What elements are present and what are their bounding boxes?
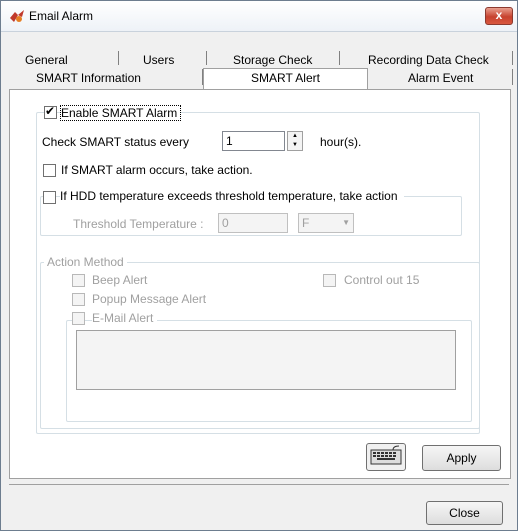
spin-down-icon[interactable]: ▼: [288, 141, 302, 150]
tab-alarm-event[interactable]: Alarm Event: [408, 71, 473, 85]
popup-alert-checkbox[interactable]: [72, 293, 85, 306]
enable-smart-checkbox[interactable]: ✔: [44, 104, 57, 119]
tab-separator: [206, 51, 207, 65]
close-window-button[interactable]: x: [485, 7, 513, 25]
apply-button[interactable]: Apply: [422, 445, 501, 471]
enable-smart-label: Enable SMART Alarm: [60, 105, 182, 121]
beep-alert-checkbox[interactable]: [72, 274, 85, 287]
tab-separator: [512, 51, 513, 65]
close-button[interactable]: Close: [426, 501, 503, 525]
tab-storage-check[interactable]: Storage Check: [233, 53, 312, 67]
smart-action-label: If SMART alarm occurs, take action.: [61, 163, 253, 177]
title-bar: Email Alarm x: [1, 1, 517, 32]
app-logo-icon: [10, 10, 24, 22]
keyboard-icon: [370, 445, 402, 465]
tab-smart-alert[interactable]: SMART Alert: [203, 68, 368, 91]
tab-separator: [339, 51, 340, 65]
check-status-label: Check SMART status every: [42, 135, 189, 149]
window-title: Email Alarm: [29, 9, 94, 23]
tab-smart-information[interactable]: SMART Information: [36, 71, 141, 85]
smart-alert-panel: ✔ Enable SMART Alarm Check SMART status …: [9, 89, 511, 479]
tab-separator: [512, 69, 513, 85]
temperature-unit-select[interactable]: F ▼: [298, 213, 354, 233]
email-alarm-window: Email Alarm x General Users Storage Chec…: [0, 0, 518, 531]
virtual-keyboard-button[interactable]: [366, 443, 406, 471]
check-interval-spinner[interactable]: ▲ ▼: [287, 131, 303, 151]
tab-users[interactable]: Users: [143, 53, 174, 67]
temperature-unit-value: F: [302, 216, 310, 230]
smart-action-checkbox[interactable]: [43, 164, 56, 177]
temperature-action-checkbox[interactable]: [43, 191, 56, 204]
check-unit-label: hour(s).: [320, 135, 362, 149]
check-interval-input[interactable]: 1: [222, 131, 285, 151]
divider: [9, 484, 509, 485]
dropdown-arrow-icon: ▼: [342, 218, 350, 227]
email-alert-checkbox[interactable]: [72, 312, 85, 325]
threshold-label: Threshold Temperature :: [73, 217, 204, 231]
spin-up-icon[interactable]: ▲: [288, 132, 302, 141]
tab-recording-data-check[interactable]: Recording Data Check: [368, 53, 489, 67]
popup-alert-label: Popup Message Alert: [92, 292, 207, 306]
tab-general[interactable]: General: [25, 53, 68, 67]
email-alert-label: E-Mail Alert: [92, 311, 158, 325]
control-out-checkbox[interactable]: [323, 274, 336, 287]
email-recipients-textarea[interactable]: [76, 330, 456, 390]
control-out-label: Control out 15: [344, 273, 420, 287]
beep-alert-label: Beep Alert: [92, 273, 148, 287]
temperature-action-label: If HDD temperature exceeds threshold tem…: [60, 189, 404, 203]
threshold-input[interactable]: 0: [218, 213, 288, 233]
tab-separator: [118, 51, 119, 65]
checkmark-icon: ✔: [45, 104, 56, 118]
action-method-legend: Action Method: [44, 255, 127, 269]
